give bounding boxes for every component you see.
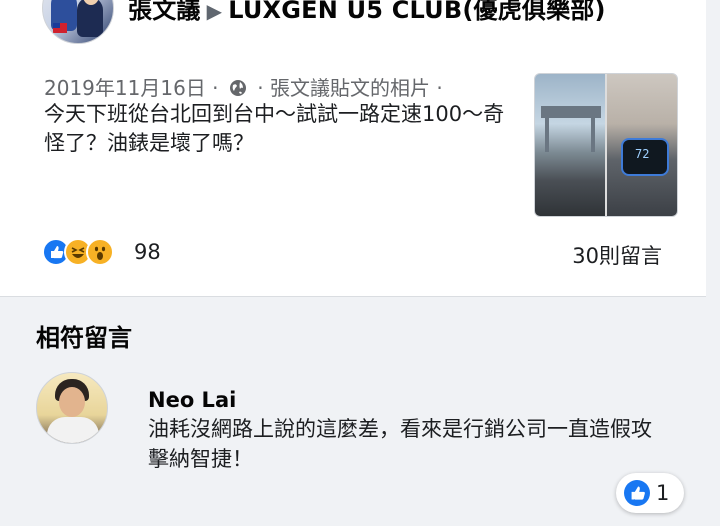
meta-separator: ·: [436, 76, 443, 100]
commenter-name[interactable]: Neo Lai: [148, 388, 236, 412]
relevant-comments-heading[interactable]: 相符留言: [36, 318, 132, 353]
post-photo-thumbnail[interactable]: 72: [534, 73, 678, 217]
author-avatar[interactable]: [42, 0, 114, 44]
group-name[interactable]: LUXGEN U5 CLUB(優虎俱樂部): [228, 0, 605, 24]
avatar-shirt: [47, 417, 99, 443]
meta-separator: ·: [212, 76, 225, 100]
like-icon: [624, 480, 650, 506]
comment-bubble[interactable]: Neo Lai 油耗沒網路上說的這麼差，看來是行銷公司一直造假攻擊納智捷！: [128, 372, 682, 486]
avatar-person-2: [77, 0, 103, 37]
meta-separator: ·: [257, 76, 270, 100]
avatar-face: [59, 387, 85, 417]
post-card: 張文議 ▶ LUXGEN U5 CLUB(優虎俱樂部) 2019年11月16日 · …: [0, 0, 706, 297]
speed-gauge: 72: [621, 138, 669, 176]
comment-reaction-badge[interactable]: 1: [616, 473, 684, 513]
comments-count-link[interactable]: 30則留言: [572, 240, 662, 270]
commenter-avatar[interactable]: [36, 372, 108, 444]
post-date[interactable]: 2019年11月16日: [44, 76, 206, 100]
post-header: 張文議 ▶ LUXGEN U5 CLUB(優虎俱樂部): [128, 0, 606, 25]
gauge-readout: 72: [635, 147, 650, 161]
post-meta: 2019年11月16日 · · 張文議貼文的相片 ·: [44, 72, 443, 101]
comment-reaction-count: 1: [656, 481, 670, 505]
reaction-count: 98: [134, 240, 161, 264]
globe-icon: [229, 80, 246, 96]
gantry-shape: [541, 106, 601, 118]
gantry-post: [545, 118, 549, 152]
wow-icon: [86, 238, 114, 266]
gantry-post: [591, 118, 595, 152]
flag-icon: [53, 23, 67, 33]
comment-text: 油耗沒網路上說的這麼差，看來是行銷公司一直造假攻擊納智捷！: [148, 417, 652, 471]
arrow-right-icon: ▶: [206, 0, 223, 23]
author-name[interactable]: 張文議: [128, 0, 201, 24]
page-edge: [706, 0, 720, 526]
photo-attribution[interactable]: 張文議貼文的相片: [270, 76, 430, 100]
post-text: 今天下班從台北回到台中～試試一路定速100～奇怪了？油錶是壞了嗎？: [44, 102, 505, 155]
